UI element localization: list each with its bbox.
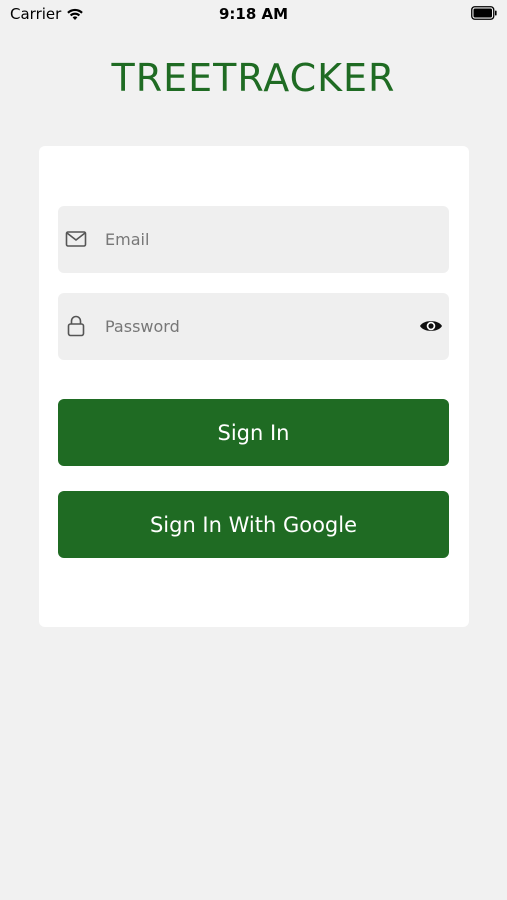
password-field[interactable] — [58, 293, 449, 360]
clock: 9:18 AM — [218, 5, 289, 23]
google-sign-in-button[interactable]: Sign In With Google — [58, 491, 449, 558]
mail-icon — [65, 231, 87, 247]
email-field[interactable] — [58, 206, 449, 273]
sign-in-button[interactable]: Sign In — [58, 399, 449, 466]
battery-icon — [471, 6, 497, 20]
email-input[interactable] — [105, 206, 405, 273]
password-input[interactable] — [105, 293, 405, 360]
login-card: Sign In Sign In With Google — [39, 146, 469, 627]
eye-icon[interactable] — [419, 315, 443, 337]
lock-icon — [67, 315, 85, 337]
app-title: TREETRACKER — [111, 56, 396, 100]
status-bar: Carrier 9:18 AM — [0, 0, 507, 30]
